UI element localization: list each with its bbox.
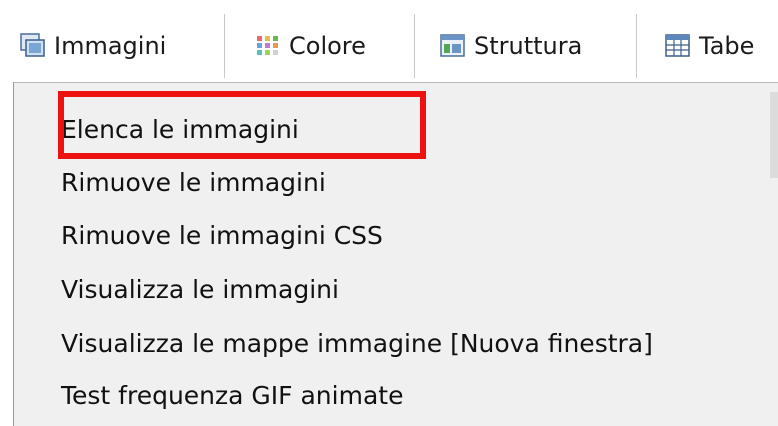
toolbar-label-structure: Struttura [474,32,583,60]
toolbar-button-structure[interactable]: Struttura [440,0,582,92]
toolbar: Immagini Colore Struttura Tabe [0,0,778,92]
color-palette-icon [257,36,278,55]
menu-item-test-gif-rate[interactable]: Test frequenza GIF animate [61,374,403,416]
window-edge [770,92,778,178]
table-icon [665,34,690,57]
images-icon [20,33,45,57]
toolbar-label-table: Tabe [699,32,755,60]
menu-item-show-images[interactable]: Visualizza le immagini [61,268,339,310]
menu-item-remove-css-images[interactable]: Rimuove le immagini CSS [61,214,383,256]
structure-icon [440,34,465,57]
menu-item-list-images[interactable]: Elenca le immagini [61,108,299,150]
toolbar-separator [636,14,637,78]
toolbar-button-color[interactable]: Colore [255,0,366,92]
menu-item-remove-images[interactable]: Rimuove le immagini [61,161,326,203]
toolbar-button-images[interactable]: Immagini [20,0,166,92]
toolbar-button-table[interactable]: Tabe [665,0,754,92]
menu-item-show-image-maps[interactable]: Visualizza le mappe immagine [Nuova fine… [61,322,653,364]
toolbar-separator [224,14,225,78]
toolbar-separator [414,14,415,78]
toolbar-label-color: Colore [289,32,366,60]
toolbar-label-images: Immagini [54,32,167,60]
